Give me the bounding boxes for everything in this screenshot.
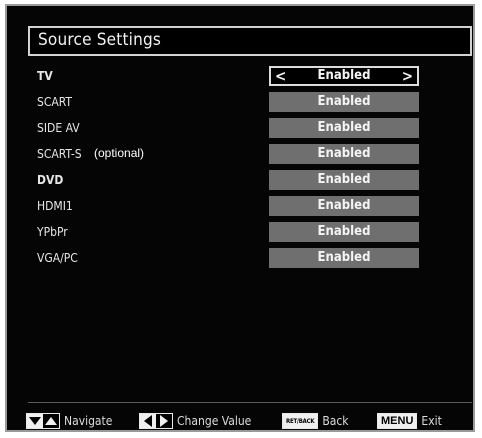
source-row-vga-pc[interactable]: VGA/PC Enabled: [37, 248, 423, 270]
source-row-tv[interactable]: TV < Enabled >: [37, 66, 423, 88]
source-value-hdmi1[interactable]: Enabled: [269, 196, 419, 216]
exit-label: Exit: [421, 414, 442, 428]
source-value-dvd[interactable]: Enabled: [269, 170, 419, 190]
source-label-scart: SCART: [37, 95, 72, 109]
return-back-key: RET/BACK: [282, 413, 319, 429]
source-row-scart[interactable]: SCART Enabled: [37, 92, 423, 114]
title-bar: Source Settings: [28, 26, 472, 56]
hint-exit: MENU Exit: [377, 411, 442, 431]
change-value-label: Change Value: [177, 414, 252, 428]
hint-change-value: Change Value: [139, 411, 251, 431]
source-label-vga-pc: VGA/PC: [37, 251, 78, 265]
source-row-hdmi1[interactable]: HDMI1 Enabled: [37, 196, 423, 218]
source-value-side-av[interactable]: Enabled: [269, 118, 419, 138]
source-label-scart-s: SCART-S: [37, 147, 82, 161]
back-label: Back: [322, 414, 349, 428]
source-value-vga-pc[interactable]: Enabled: [269, 248, 419, 268]
source-row-side-av[interactable]: SIDE AV Enabled: [37, 118, 423, 140]
source-label-hdmi1: HDMI1: [37, 199, 73, 213]
source-row-ypbpr[interactable]: YPbPr Enabled: [37, 222, 423, 244]
left-right-keys: [139, 413, 173, 429]
source-value-text: Enabled: [317, 198, 371, 213]
hint-back: RET/BACK Back: [282, 411, 349, 431]
source-value-text: Enabled: [317, 224, 371, 239]
source-label-ypbpr: YPbPr: [37, 225, 68, 239]
source-row-scart-s[interactable]: SCART-S (optional) Enabled: [37, 144, 423, 166]
source-value-scart-s[interactable]: Enabled: [269, 144, 419, 164]
triangle-down-icon: [27, 414, 43, 428]
optional-note: (optional): [94, 146, 145, 160]
triangle-left-icon: [140, 414, 156, 428]
up-down-keys: [26, 413, 60, 429]
source-label-dvd: DVD: [37, 173, 64, 187]
source-value-text: Enabled: [317, 146, 371, 161]
triangle-up-icon: [43, 414, 59, 428]
menu-key: MENU: [377, 413, 418, 429]
source-value-scart[interactable]: Enabled: [269, 92, 419, 112]
chevron-right-icon[interactable]: >: [402, 67, 413, 85]
source-label-side-av: SIDE AV: [37, 121, 80, 135]
source-value-ypbpr[interactable]: Enabled: [269, 222, 419, 242]
footer-divider: [28, 402, 472, 403]
triangle-right-icon: [156, 414, 172, 428]
hint-navigate: Navigate: [26, 411, 112, 431]
source-value-text: Enabled: [317, 172, 371, 187]
source-row-dvd[interactable]: DVD Enabled: [37, 170, 423, 192]
source-label-tv: TV: [37, 69, 53, 83]
source-value-tv[interactable]: < Enabled >: [269, 66, 419, 86]
source-settings-panel: Source Settings TV < Enabled > SCART Ena…: [5, 4, 475, 432]
source-value-text: Enabled: [317, 250, 371, 265]
source-value-text: Enabled: [317, 68, 371, 83]
source-value-text: Enabled: [317, 120, 371, 135]
source-value-text: Enabled: [317, 94, 371, 109]
page-title: Source Settings: [38, 30, 162, 50]
navigate-label: Navigate: [64, 414, 113, 428]
